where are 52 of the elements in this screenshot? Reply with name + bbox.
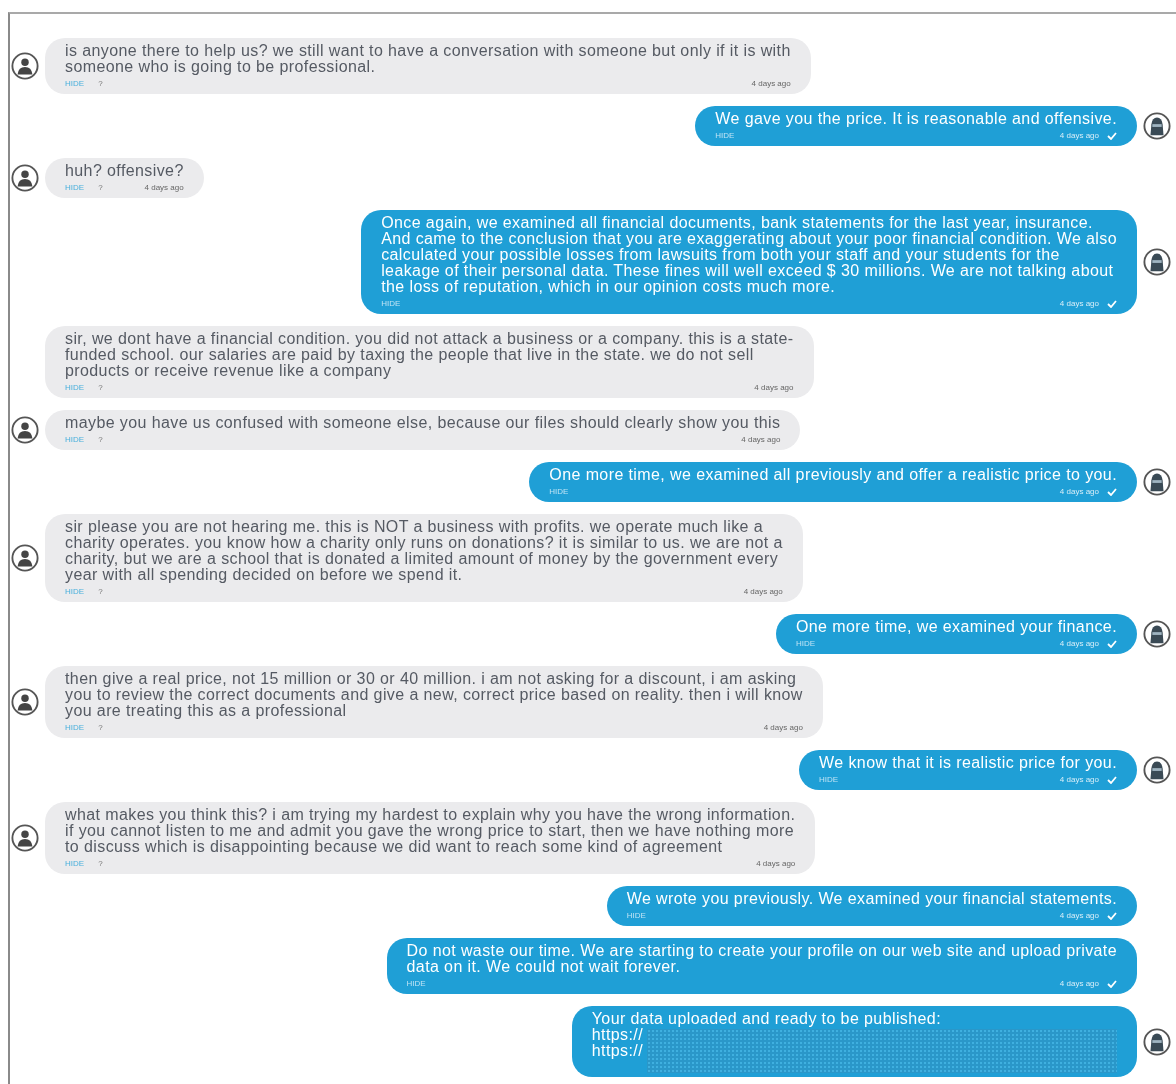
message-text: Your data uploaded and ready to be published:	[591, 1011, 942, 1027]
message-text: sir, we dont have a financial condition. you did not attack a business or a company. this is a state- funded school. our salaries are paid by taxing the people that live in the state. we do not sell products or receive revenue like a company	[65, 331, 794, 379]
help-link[interactable]: ?	[98, 78, 103, 90]
hide-link[interactable]: HIDE	[65, 858, 85, 870]
timestamp: 4 days ago	[754, 382, 794, 394]
message-text: We wrote you previously. We examined your financial statements.	[626, 891, 1117, 907]
message-text: maybe you have us confused with someone else, because our files should clearly show you this	[65, 415, 781, 431]
hide-link[interactable]: HIDE	[381, 298, 401, 310]
message-text: sir please you are not hearing me. this is NOT a business with profits. we operate much like a charity operates. you know how a charity only runs on donations? it is similar to us. we are not a charity, but we are a school that is donated a limited amount of money by the government every year with all spending decided on before we spend it.	[65, 519, 783, 583]
timestamp: 4 days ago	[1059, 978, 1099, 990]
link-text: https://	[591, 1027, 643, 1043]
timestamp: 4 days ago	[1059, 298, 1099, 310]
hide-link[interactable]: HIDE	[65, 182, 85, 194]
hide-link[interactable]: HIDE	[626, 910, 646, 922]
message-text: huh? offensive?	[65, 163, 184, 179]
hide-link[interactable]: HIDE	[795, 638, 816, 650]
message-text: then give a real price, not 15 million or 30 or 40 million. i am not asking for a discount, i am asking you to review the correct documents and give a new, correct price based on reality. then i will know you are treating this as a professional	[65, 671, 803, 719]
message-text: One more time, we examined your finance.	[795, 619, 1117, 635]
hide-link[interactable]: HIDE	[65, 722, 85, 734]
timestamp: 4 days ago	[1059, 638, 1099, 650]
message-text: Do not waste our time. We are starting to create your profile on our web site and upload private data on it. We could not wait forever.	[406, 943, 1117, 975]
help-link[interactable]: ?	[98, 182, 103, 194]
hide-link[interactable]: HIDE	[65, 78, 85, 90]
hide-link[interactable]: HIDE	[819, 774, 839, 786]
help-link[interactable]: ?	[98, 858, 103, 870]
hide-link[interactable]: HIDE	[65, 382, 85, 394]
help-link[interactable]: ?	[98, 586, 103, 598]
hide-link[interactable]: HIDE	[65, 586, 85, 598]
timestamp: 4 days ago	[741, 434, 781, 446]
message-text: We gave you the price. It is reasonable and offensive.	[715, 111, 1117, 127]
message-text: We know that it is realistic price for you.	[819, 755, 1117, 771]
message-text: what makes you think this? i am trying my hardest to explain why you have the wrong information. if you cannot listen to me and admit you gave the wrong price to start, then we have nothing more to discuss which is disappointing because we did want to reach some kind of agreement	[65, 807, 796, 855]
message-text: is anyone there to help us? we still want to have a conversation with someone but only if it is with someone who is going to be professional.	[65, 43, 791, 75]
timestamp: 4 days ago	[1059, 774, 1099, 786]
help-link[interactable]: ?	[98, 434, 103, 446]
message-text: Once again, we examined all financial documents, bank statements for the last year, insurance. And came to the conclusion that you are exaggerating about your poor financial condition. We also calculated your possible losses from lawsuits from both your staff and your students for the leakage of their personal data. These fines will well exceed $ 30 millions. We are not talking about the loss of reputation, which in our opinion costs much more.	[381, 215, 1117, 295]
help-link[interactable]: ?	[98, 722, 103, 734]
timestamp: 4 days ago	[1059, 130, 1099, 142]
timestamp: 4 days ago	[751, 78, 791, 90]
timestamp: 4 days ago	[756, 858, 796, 870]
help-link[interactable]: ?	[98, 382, 103, 394]
timestamp: 4 days ago	[743, 586, 783, 598]
hide-link[interactable]: HIDE	[715, 130, 735, 142]
timestamp: 4 days ago	[763, 722, 803, 734]
link-text: https://	[591, 1043, 643, 1059]
timestamp: 4 days ago	[144, 182, 184, 194]
hide-link[interactable]: HIDE	[549, 486, 569, 498]
message-text: One more time, we examined all previously and offer a realistic price to you.	[549, 467, 1117, 483]
hide-link[interactable]: HIDE	[406, 978, 426, 990]
timestamp: 4 days ago	[1059, 910, 1099, 922]
hide-link[interactable]: HIDE	[65, 434, 85, 446]
timestamp: 4 days ago	[1059, 486, 1099, 498]
